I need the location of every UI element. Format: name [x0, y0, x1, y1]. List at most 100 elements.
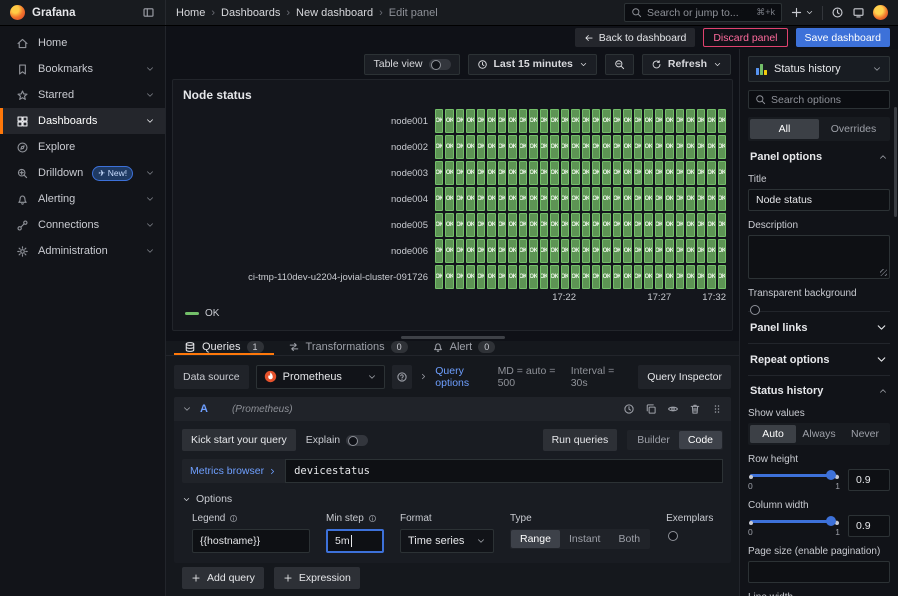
- status-cell[interactable]: OK: [445, 265, 453, 289]
- status-cell[interactable]: OK: [498, 187, 506, 211]
- status-cell[interactable]: OK: [477, 213, 485, 237]
- status-cell[interactable]: OK: [529, 239, 537, 263]
- status-cell[interactable]: OK: [686, 161, 694, 185]
- status-cell[interactable]: OK: [718, 187, 726, 211]
- status-cell[interactable]: OK: [540, 213, 548, 237]
- status-cell[interactable]: OK: [456, 109, 464, 133]
- status-cell[interactable]: OK: [571, 161, 579, 185]
- status-cell[interactable]: OK: [686, 213, 694, 237]
- status-cell[interactable]: OK: [456, 187, 464, 211]
- status-cell[interactable]: OK: [561, 109, 569, 133]
- panel-description-textarea[interactable]: [748, 235, 890, 279]
- status-cell[interactable]: OK: [676, 161, 684, 185]
- status-cell[interactable]: OK: [487, 135, 495, 159]
- status-cell[interactable]: OK: [707, 161, 715, 185]
- status-cell[interactable]: OK: [498, 239, 506, 263]
- status-cell[interactable]: OK: [665, 213, 673, 237]
- status-cell[interactable]: OK: [508, 265, 516, 289]
- status-cell[interactable]: OK: [571, 239, 579, 263]
- status-cell[interactable]: OK: [665, 187, 673, 211]
- status-cell[interactable]: OK: [456, 213, 464, 237]
- status-cell[interactable]: OK: [498, 161, 506, 185]
- status-cell[interactable]: OK: [602, 213, 610, 237]
- status-cell[interactable]: OK: [613, 213, 621, 237]
- status-cell[interactable]: OK: [665, 135, 673, 159]
- sidebar-item-bookmarks[interactable]: Bookmarks: [0, 56, 165, 82]
- add-query-button[interactable]: Add query: [182, 567, 264, 589]
- status-cell[interactable]: OK: [540, 109, 548, 133]
- status-cell[interactable]: OK: [582, 109, 590, 133]
- status-cell[interactable]: OK: [707, 239, 715, 263]
- status-cell[interactable]: OK: [435, 187, 443, 211]
- status-cell[interactable]: OK: [445, 109, 453, 133]
- query-options-collapse[interactable]: Options: [174, 491, 731, 511]
- status-cell[interactable]: OK: [602, 187, 610, 211]
- status-cell[interactable]: OK: [623, 109, 631, 133]
- column-width-value-input[interactable]: 0.9: [848, 515, 890, 537]
- sidebar-item-administration[interactable]: Administration: [0, 238, 165, 264]
- status-cell[interactable]: OK: [550, 213, 558, 237]
- breadcrumb-item-new-dashboard[interactable]: New dashboard: [296, 7, 373, 19]
- status-cell[interactable]: OK: [602, 239, 610, 263]
- status-cell[interactable]: OK: [519, 187, 527, 211]
- status-cell[interactable]: OK: [582, 161, 590, 185]
- metrics-browser-button[interactable]: Metrics browser: [182, 459, 285, 483]
- status-cell[interactable]: OK: [634, 135, 642, 159]
- time-range-picker[interactable]: Last 15 minutes: [468, 54, 597, 75]
- options-scrollbar[interactable]: [894, 107, 897, 217]
- page-size-enable-pagination-input[interactable]: [748, 561, 890, 583]
- status-cell[interactable]: OK: [592, 109, 600, 133]
- status-cell[interactable]: OK: [665, 239, 673, 263]
- status-cell[interactable]: OK: [477, 161, 485, 185]
- sidebar-item-home[interactable]: Home: [0, 30, 165, 56]
- status-cell[interactable]: OK: [697, 239, 705, 263]
- status-cell[interactable]: OK: [686, 239, 694, 263]
- status-cell[interactable]: OK: [634, 109, 642, 133]
- trash-icon[interactable]: [689, 403, 701, 415]
- status-cell[interactable]: OK: [697, 187, 705, 211]
- status-cell[interactable]: OK: [487, 213, 495, 237]
- status-cell[interactable]: OK: [623, 265, 631, 289]
- status-cell[interactable]: OK: [561, 187, 569, 211]
- status-cell[interactable]: OK: [445, 239, 453, 263]
- min-step-input[interactable]: 5m: [326, 529, 384, 553]
- tab-transformations[interactable]: Transformations0: [278, 341, 418, 355]
- status-history-panel[interactable]: Node status node001OKOKOKOKOKOKOKOKOKOKO…: [172, 79, 733, 331]
- breadcrumb-item-home[interactable]: Home: [176, 7, 205, 19]
- status-cell[interactable]: OK: [529, 187, 537, 211]
- status-cell[interactable]: OK: [676, 187, 684, 211]
- status-cell[interactable]: OK: [623, 187, 631, 211]
- status-cell[interactable]: OK: [582, 265, 590, 289]
- status-cell[interactable]: OK: [592, 265, 600, 289]
- status-cell[interactable]: OK: [655, 213, 663, 237]
- kick-start-query-button[interactable]: Kick start your query: [182, 429, 296, 451]
- panel-options-section-header[interactable]: Panel options: [748, 141, 890, 165]
- status-cell[interactable]: OK: [550, 161, 558, 185]
- status-cell[interactable]: OK: [529, 265, 537, 289]
- show-values-option-always[interactable]: Always: [796, 425, 842, 443]
- status-cell[interactable]: OK: [644, 187, 652, 211]
- status-cell[interactable]: OK: [644, 161, 652, 185]
- status-cell[interactable]: OK: [665, 109, 673, 133]
- status-cell[interactable]: OK: [655, 109, 663, 133]
- global-search-input[interactable]: Search or jump to... ⌘+k: [624, 3, 782, 22]
- status-cell[interactable]: OK: [613, 161, 621, 185]
- status-cell[interactable]: OK: [655, 239, 663, 263]
- status-cell[interactable]: OK: [718, 265, 726, 289]
- status-cell[interactable]: OK: [550, 135, 558, 159]
- status-cell[interactable]: OK: [466, 161, 474, 185]
- status-cell[interactable]: OK: [676, 135, 684, 159]
- status-cell[interactable]: OK: [445, 135, 453, 159]
- column-width-slider[interactable]: 01: [748, 515, 840, 537]
- status-cell[interactable]: OK: [571, 109, 579, 133]
- status-cell[interactable]: OK: [718, 135, 726, 159]
- status-cell[interactable]: OK: [697, 265, 705, 289]
- status-cell[interactable]: OK: [456, 265, 464, 289]
- status-cell[interactable]: OK: [613, 265, 621, 289]
- legend-label[interactable]: OK: [205, 308, 219, 319]
- row-height-slider[interactable]: 01: [748, 469, 840, 491]
- status-cell[interactable]: OK: [571, 187, 579, 211]
- status-cell[interactable]: OK: [540, 265, 548, 289]
- status-cell[interactable]: OK: [644, 213, 652, 237]
- status-cell[interactable]: OK: [435, 239, 443, 263]
